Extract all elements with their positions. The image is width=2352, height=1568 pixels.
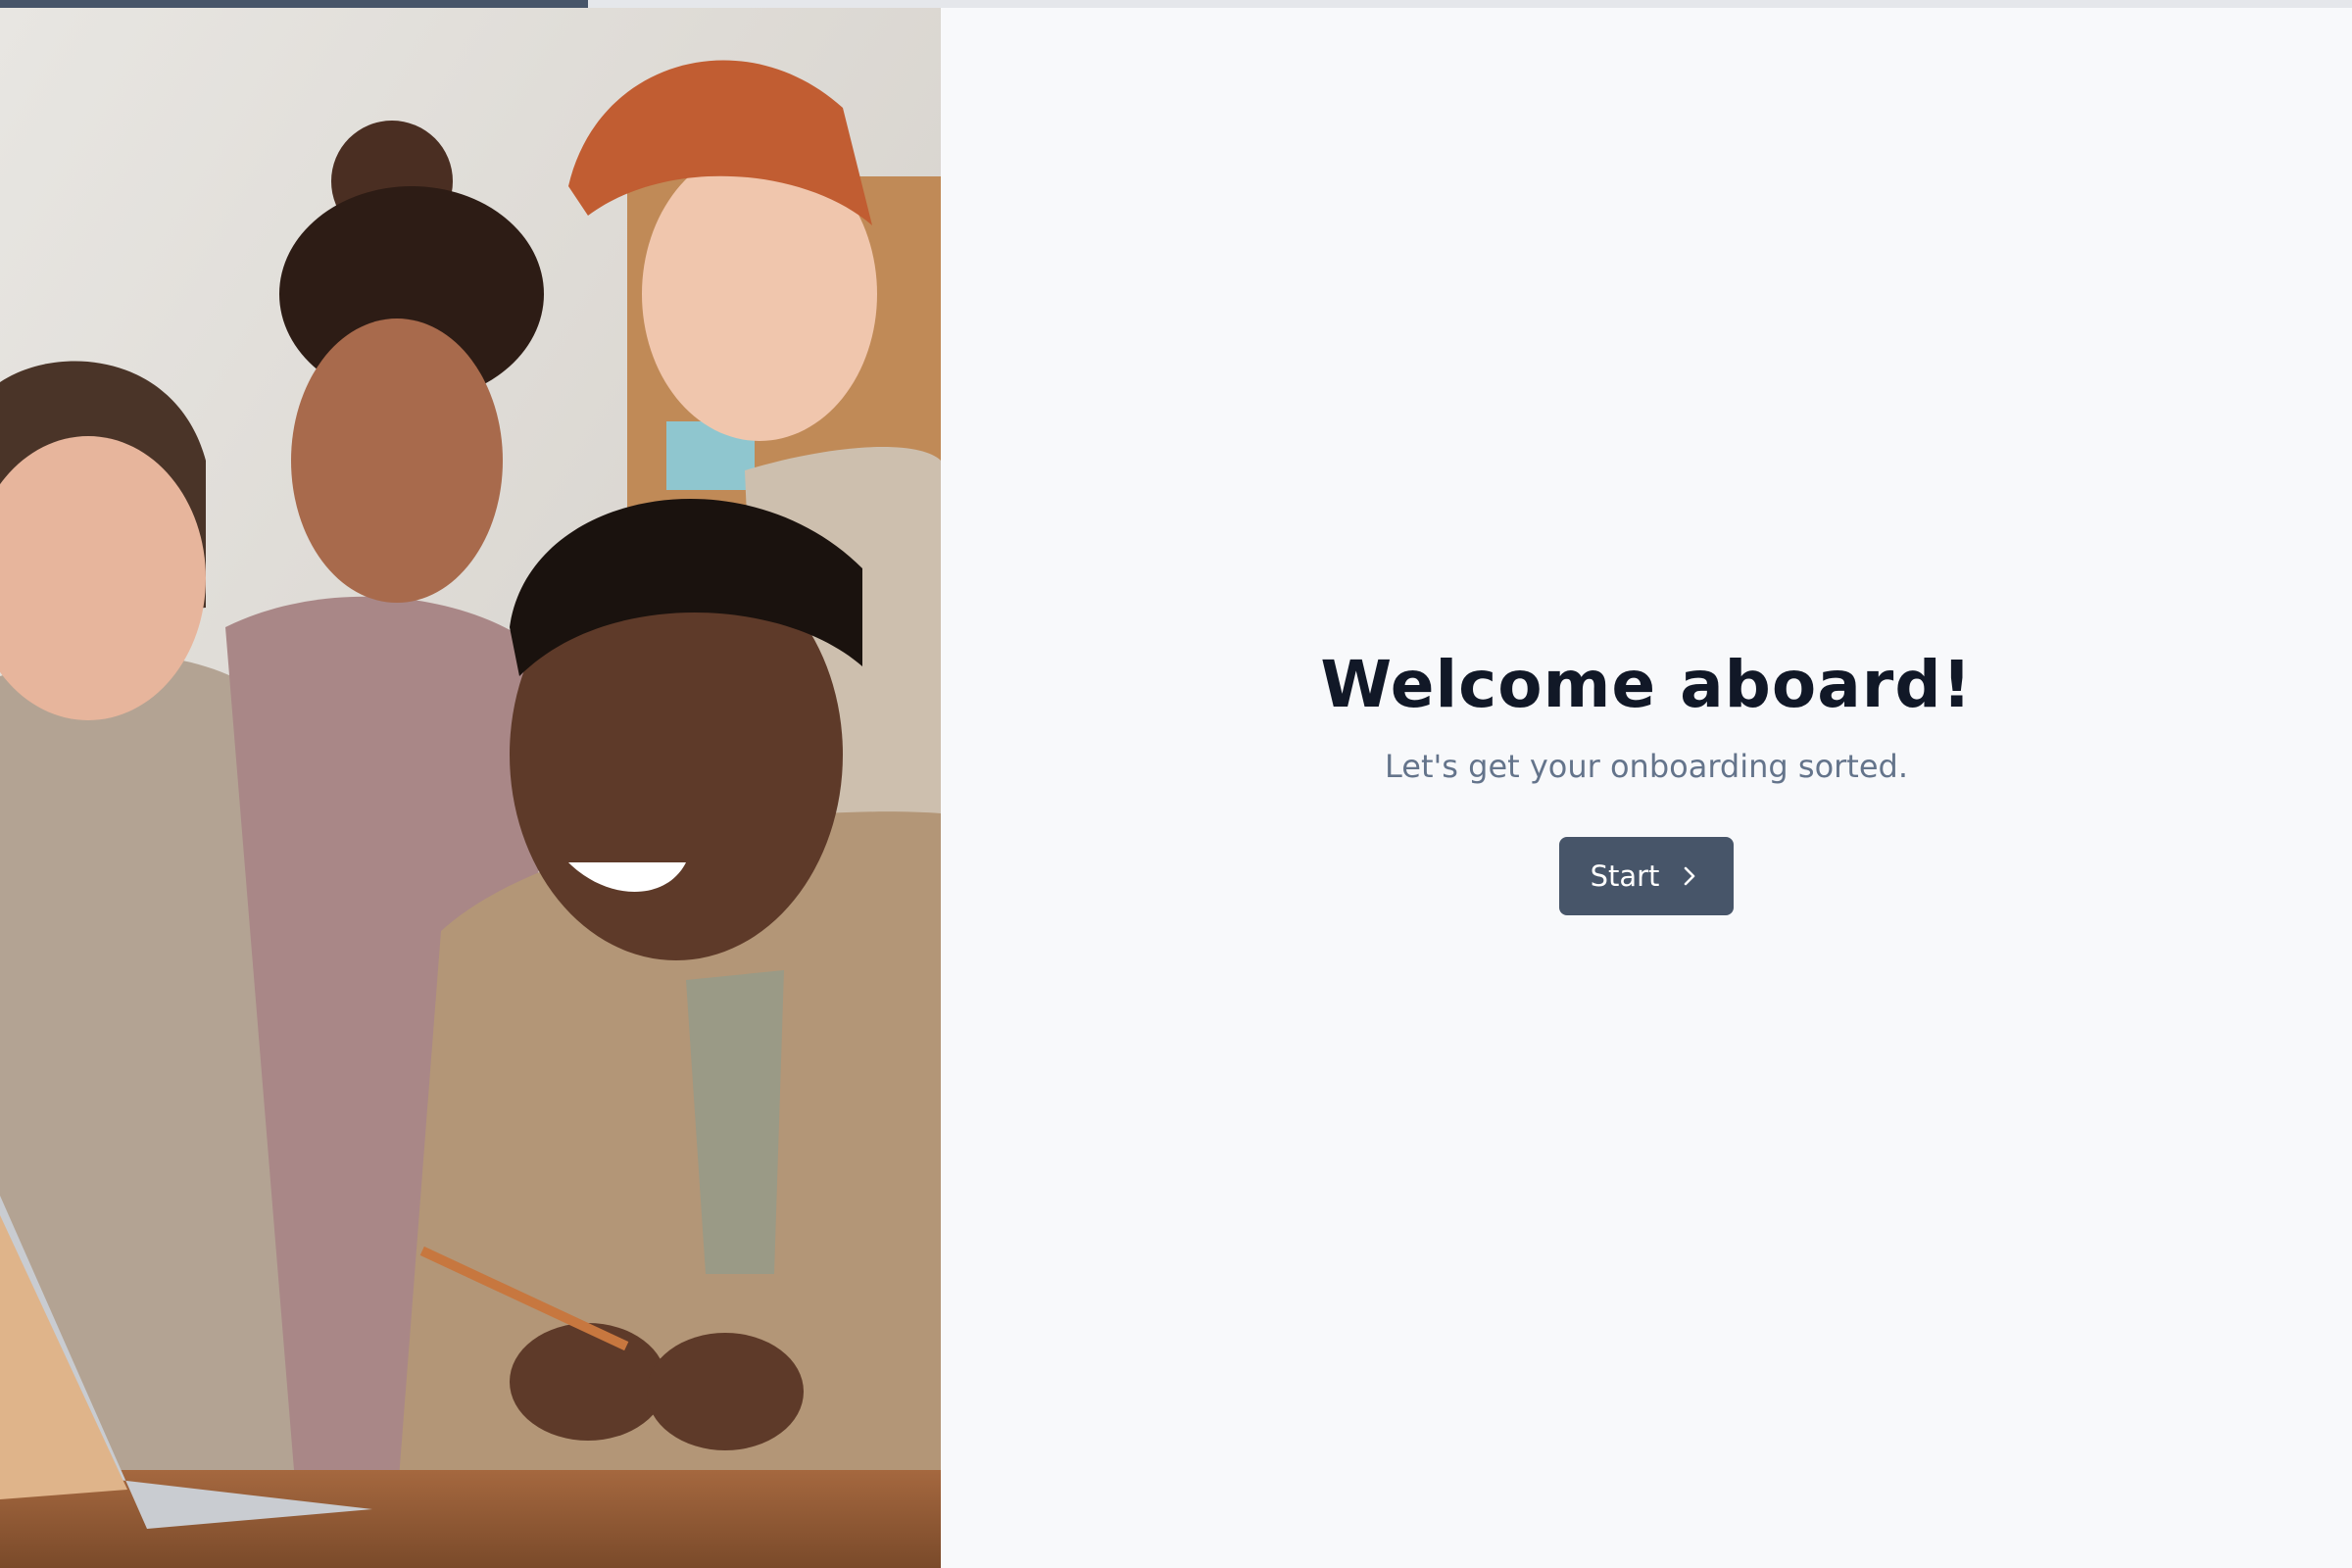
welcome-panel: Welcome aboard! Let's get your onboardin…: [941, 0, 2352, 1568]
start-button[interactable]: Start: [1558, 837, 1735, 915]
progress-fill: [0, 0, 588, 8]
welcome-title: Welcome aboard!: [1320, 647, 1973, 722]
chevron-right-icon: [1681, 865, 1698, 887]
onboarding-progress-bar: [0, 0, 2352, 8]
team-photo: [0, 0, 941, 1568]
start-button-label: Start: [1590, 859, 1660, 893]
welcome-subtitle: Let's get your onboarding sorted.: [1384, 748, 1909, 785]
